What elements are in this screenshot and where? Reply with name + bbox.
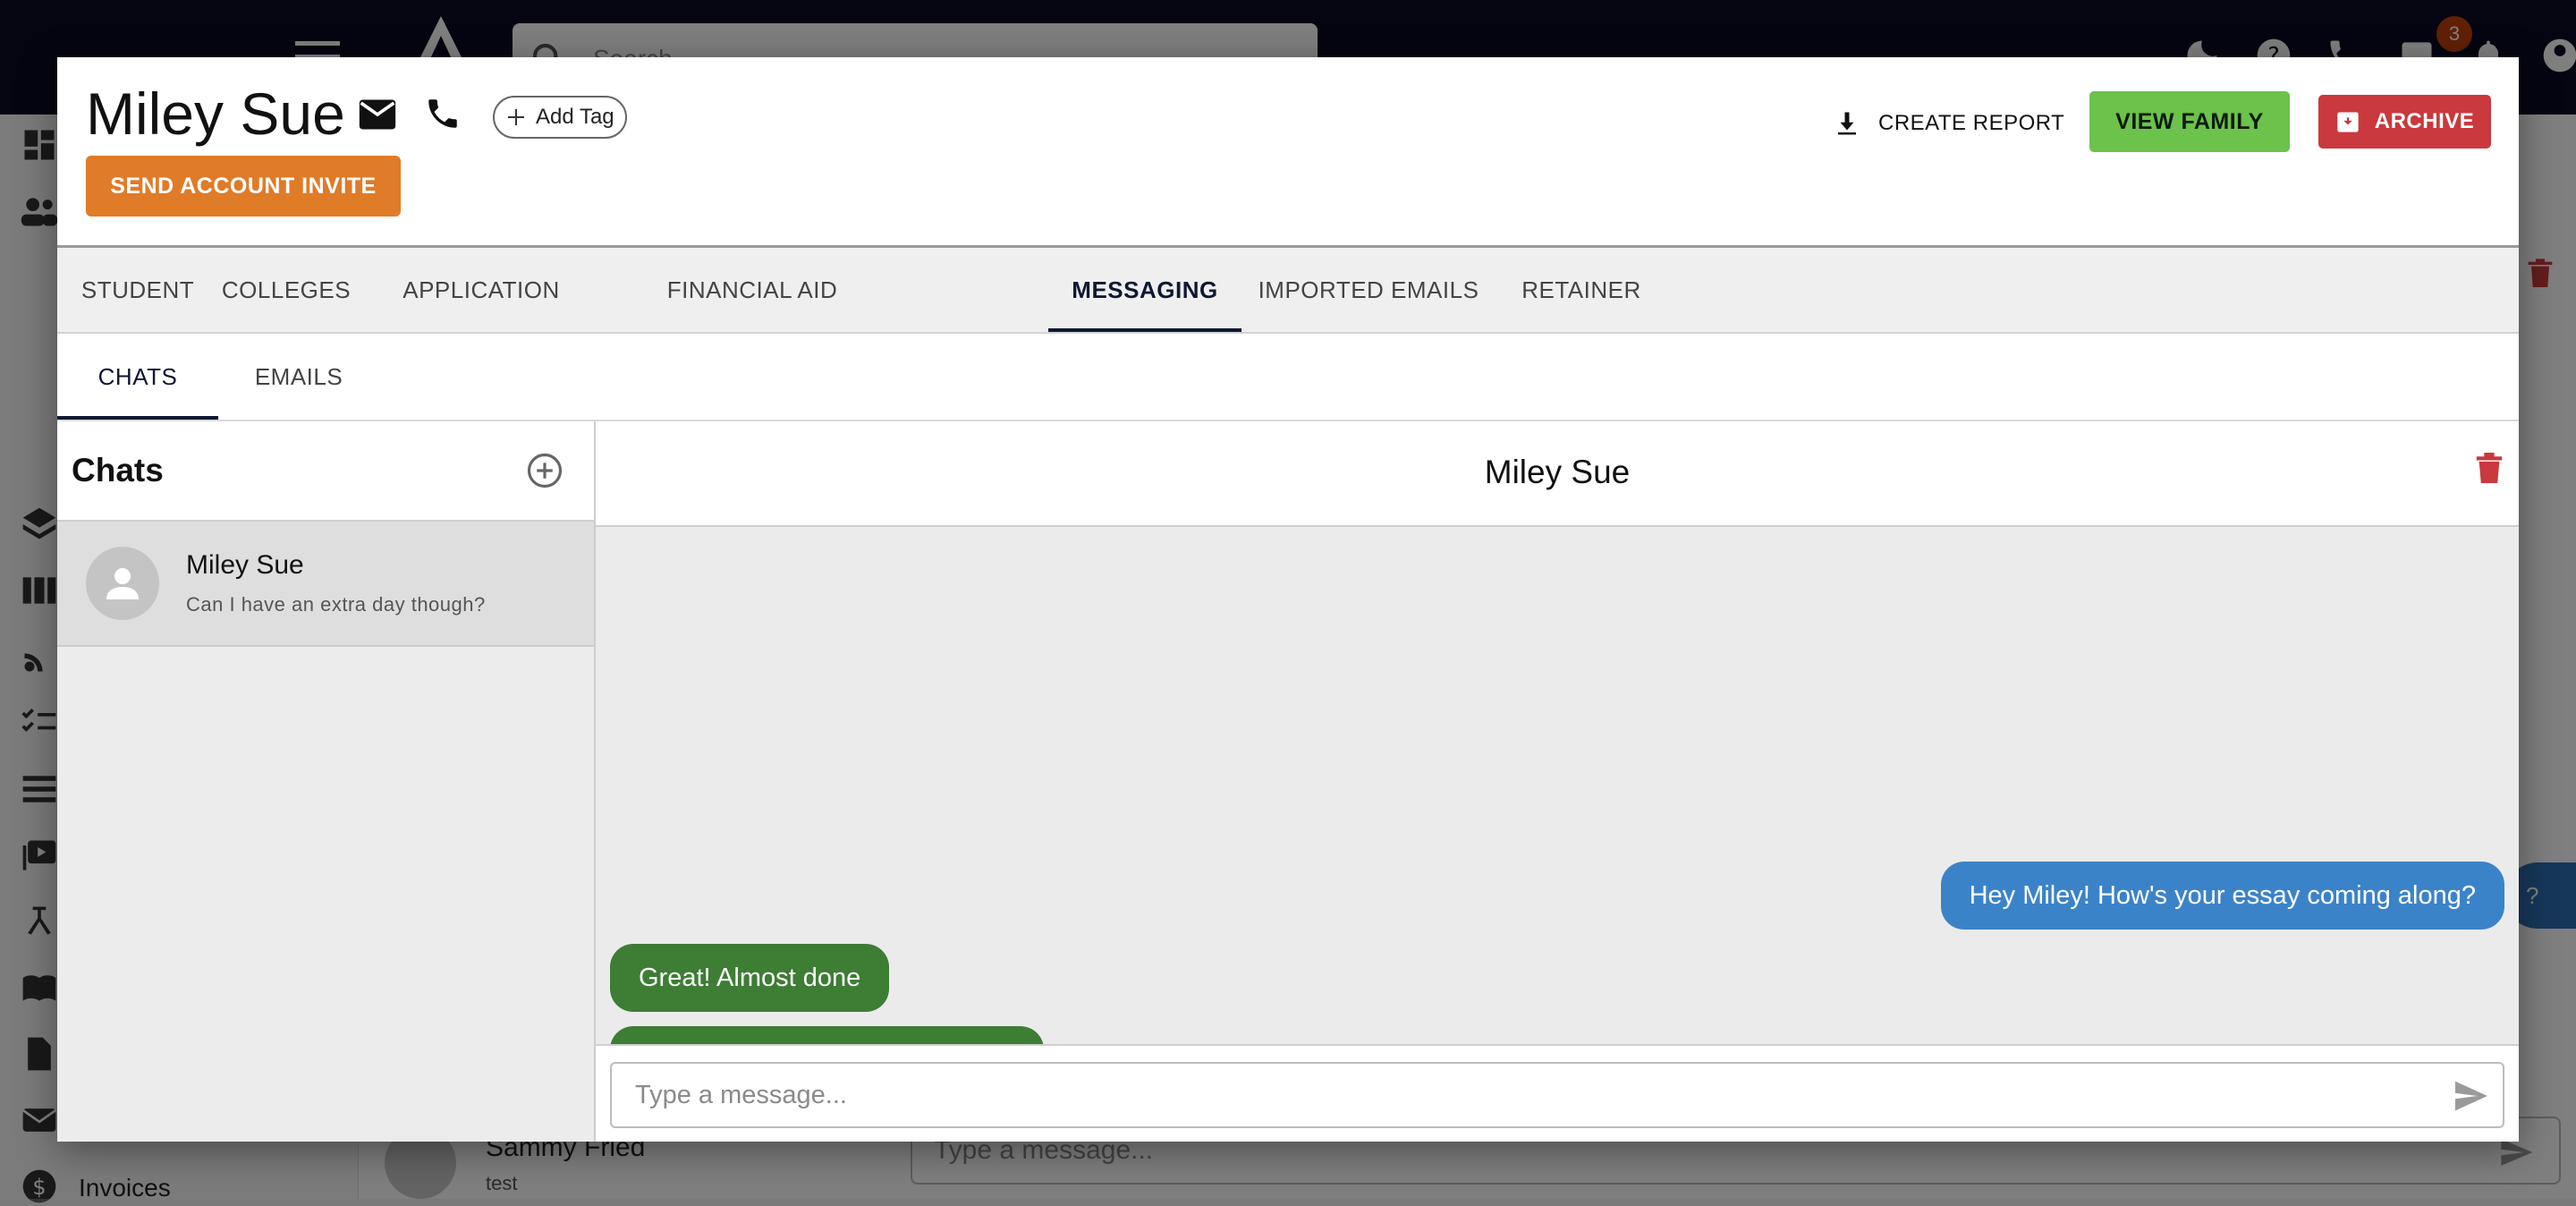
view-family-button[interactable]: VIEW FAMILY <box>2089 91 2290 152</box>
send-account-invite-button[interactable]: SEND ACCOUNT INVITE <box>86 156 401 217</box>
email-icon[interactable] <box>358 97 397 132</box>
plus-icon <box>508 109 524 125</box>
add-chat-icon[interactable] <box>526 452 564 489</box>
tab-student[interactable]: STUDENT <box>57 248 218 332</box>
archive-icon <box>2337 112 2359 132</box>
phone-icon[interactable] <box>424 95 462 132</box>
tab-emails[interactable]: EMAILS <box>218 334 379 420</box>
chat-item-preview: Can I have an extra day though? <box>186 593 486 616</box>
tab-messaging[interactable]: MESSAGING <box>1048 248 1241 332</box>
message-bubble-incoming: Great! Almost done <box>610 944 890 1012</box>
create-report-button[interactable]: CREATE REPORT <box>1834 97 2064 150</box>
add-tag-label: Add Tag <box>536 105 614 129</box>
delete-chat-trash-icon[interactable] <box>2474 450 2504 486</box>
avatar <box>86 547 159 620</box>
chat-item-name: Miley Sue <box>186 550 304 580</box>
chats-title: Chats <box>72 452 164 488</box>
message-composer <box>596 1044 2519 1142</box>
conversation-title: Miley Sue <box>1484 454 1631 490</box>
tab-application-tracker[interactable]: APPLICATION TRACKER <box>354 248 608 387</box>
main-tab-bar: STUDENT COLLEGES APPLICATION TRACKER FIN… <box>57 248 2519 387</box>
tab-chats[interactable]: CHATS <box>57 334 218 420</box>
student-header: Miley Sue Add Tag SEND ACCOUNT INVITE CR… <box>57 57 2519 248</box>
tab-retainer[interactable]: RETAINER <box>1496 248 1667 332</box>
student-name: Miley Sue <box>86 81 345 147</box>
add-tag-button[interactable]: Add Tag <box>493 96 627 139</box>
tab-financial-aid-tracker[interactable]: FINANCIAL AID TRACKER <box>608 248 896 387</box>
archive-label: ARCHIVE <box>2374 109 2475 133</box>
archive-button[interactable]: ARCHIVE <box>2318 95 2491 149</box>
create-report-label: CREATE REPORT <box>1878 111 2065 135</box>
tab-colleges[interactable]: COLLEGES <box>218 248 354 332</box>
chat-list-item[interactable]: Miley Sue Can I have an extra day though… <box>57 522 594 647</box>
send-icon[interactable] <box>2453 1080 2489 1112</box>
messaging-sub-tab-bar: CHATS EMAILS <box>57 334 2519 421</box>
download-icon <box>1838 112 1856 135</box>
tab-imported-emails[interactable]: IMPORTED EMAILS <box>1241 248 1496 332</box>
person-icon <box>106 568 139 599</box>
conversation-header: Miley Sue <box>596 421 2519 527</box>
conversation-panel: Miley Sue Hey Miley! How's your essay co… <box>596 421 2519 1142</box>
message-bubble-outgoing: Hey Miley! How's your essay coming along… <box>1940 862 2504 930</box>
student-detail-modal: Miley Sue Add Tag SEND ACCOUNT INVITE CR… <box>57 57 2519 1142</box>
message-input[interactable] <box>610 1062 2504 1128</box>
chat-list-panel: Chats Miley Sue Can I have an extra day … <box>57 421 596 1142</box>
chat-list-header: Chats <box>57 421 594 522</box>
